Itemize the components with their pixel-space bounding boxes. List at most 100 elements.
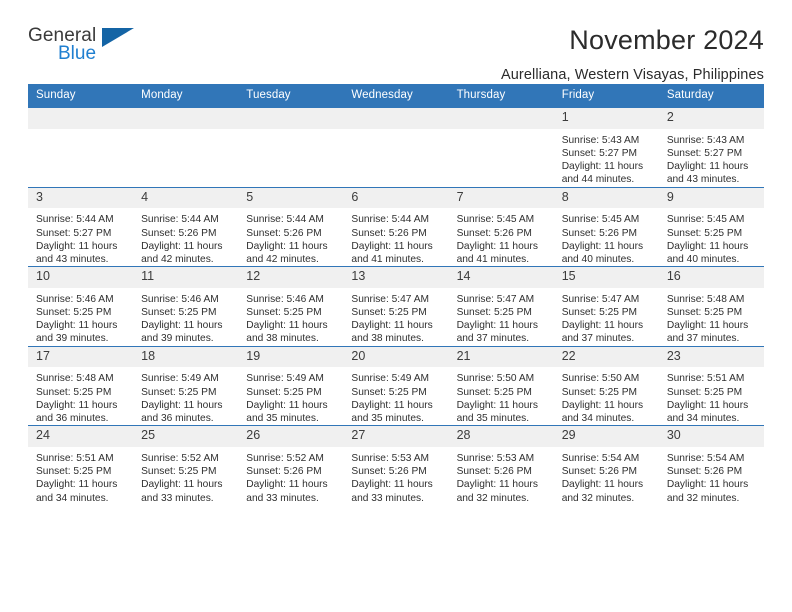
- daylight-duration-line2: and 37 minutes.: [561, 333, 635, 345]
- daylight-duration-line1: Daylight: 11 hours: [141, 479, 223, 491]
- calendar-cell-empty: [343, 107, 449, 188]
- page-title: November 2024: [569, 25, 764, 55]
- daylight-duration-line2: and 35 minutes.: [351, 413, 424, 425]
- daylight-duration-line2: and 38 minutes.: [246, 333, 319, 345]
- calendar-cell-empty: [28, 107, 134, 188]
- sunrise-time: Sunrise: 5:50 AM: [456, 373, 535, 385]
- daylight-duration-line2: and 35 minutes.: [246, 413, 319, 425]
- calendar-page: General Blue November 2024 Aurelliana, W…: [0, 0, 792, 612]
- sunset-time: Sunset: 5:25 PM: [456, 386, 532, 398]
- sunset-time: Sunset: 5:25 PM: [246, 386, 322, 398]
- day-details: Sunrise: 5:44 AM Sunset: 5:26 PM Daylight:…: [343, 208, 448, 266]
- calendar-cell-empty: [238, 107, 344, 188]
- day-number: 16: [658, 267, 764, 288]
- day-number: 5: [238, 187, 344, 209]
- daylight-duration-line2: and 42 minutes.: [141, 253, 214, 265]
- weekday-header-row: Sunday Monday Tuesday Wednesday Thursday…: [28, 84, 764, 108]
- calendar-day-cell[interactable]: 23 Sunrise: 5:51 AM Sunset: 5:25 PM Dayligh…: [658, 345, 764, 426]
- daylight-duration-line1: Daylight: 11 hours: [36, 399, 118, 411]
- calendar-day-cell[interactable]: 2 Sunrise: 5:43 AM Sunset: 5:27 PM Daylight…: [658, 107, 764, 188]
- day-details: Sunrise: 5:51 AM Sunset: 5:25 PM Daylight:…: [28, 447, 133, 505]
- sunset-time: Sunset: 5:25 PM: [36, 307, 112, 319]
- calendar-day-cell[interactable]: 1 Sunrise: 5:43 AM Sunset: 5:27 PM Daylight…: [553, 107, 659, 188]
- sunrise-time: Sunrise: 5:47 AM: [351, 293, 430, 305]
- calendar-day-cell[interactable]: 30 Sunrise: 5:54 AM Sunset: 5:26 PM Dayligh…: [658, 425, 764, 505]
- calendar-day-cell[interactable]: 28 Sunrise: 5:53 AM Sunset: 5:26 PM Dayligh…: [448, 425, 554, 505]
- calendar-day-cell[interactable]: 9 Sunrise: 5:45 AM Sunset: 5:25 PM Daylight…: [658, 186, 764, 267]
- calendar-week-row: 3 Sunrise: 5:44 AM Sunset: 5:27 PM Daylight…: [28, 186, 764, 267]
- day-details: Sunrise: 5:54 AM Sunset: 5:26 PM Daylight:…: [554, 447, 659, 505]
- calendar-day-cell[interactable]: 3 Sunrise: 5:44 AM Sunset: 5:27 PM Daylight…: [28, 186, 134, 267]
- calendar-day-cell[interactable]: 8 Sunrise: 5:45 AM Sunset: 5:26 PM Daylight…: [553, 186, 659, 267]
- sunset-time: Sunset: 5:26 PM: [141, 227, 217, 239]
- calendar-day-cell[interactable]: 4 Sunrise: 5:44 AM Sunset: 5:26 PM Daylight…: [133, 186, 239, 267]
- daylight-duration-line1: Daylight: 11 hours: [456, 399, 538, 411]
- daylight-duration-line2: and 33 minutes.: [141, 492, 214, 504]
- calendar-day-cell[interactable]: 29 Sunrise: 5:54 AM Sunset: 5:26 PM Dayligh…: [553, 425, 659, 505]
- calendar-day-cell[interactable]: 6 Sunrise: 5:44 AM Sunset: 5:26 PM Daylight…: [343, 186, 449, 267]
- calendar-day-cell[interactable]: 12 Sunrise: 5:46 AM Sunset: 5:25 PM Dayligh…: [238, 266, 344, 347]
- sunrise-time: Sunrise: 5:49 AM: [246, 373, 324, 385]
- daylight-duration-line1: Daylight: 11 hours: [351, 320, 433, 332]
- day-number: 21: [448, 346, 554, 368]
- calendar-day-cell[interactable]: 21 Sunrise: 5:50 AM Sunset: 5:25 PM Dayligh…: [448, 345, 554, 426]
- daylight-duration-line2: and 40 minutes.: [666, 253, 740, 265]
- calendar-day-cell[interactable]: 20 Sunrise: 5:49 AM Sunset: 5:25 PM Dayligh…: [343, 345, 449, 426]
- calendar-day-cell[interactable]: 15 Sunrise: 5:47 AM Sunset: 5:25 PM Dayligh…: [553, 266, 659, 347]
- day-number: [133, 108, 239, 129]
- day-number: 22: [553, 346, 659, 368]
- day-details: Sunrise: 5:49 AM Sunset: 5:25 PM Daylight:…: [238, 367, 343, 425]
- weekday-header-monday: Monday: [133, 84, 239, 108]
- daylight-duration-line2: and 34 minutes.: [561, 413, 635, 425]
- calendar-day-cell[interactable]: 13 Sunrise: 5:47 AM Sunset: 5:25 PM Dayligh…: [343, 266, 449, 347]
- daylight-duration-line2: and 44 minutes.: [561, 174, 635, 186]
- sunrise-time: Sunrise: 5:53 AM: [351, 453, 430, 464]
- sunset-time: Sunset: 5:25 PM: [141, 307, 217, 319]
- day-details: Sunrise: 5:45 AM Sunset: 5:25 PM Daylight:…: [659, 208, 764, 266]
- day-number: 28: [448, 426, 554, 447]
- calendar-day-cell[interactable]: 18 Sunrise: 5:49 AM Sunset: 5:25 PM Dayligh…: [133, 345, 239, 426]
- calendar-day-cell[interactable]: 26 Sunrise: 5:52 AM Sunset: 5:26 PM Dayligh…: [238, 425, 344, 505]
- calendar-day-cell[interactable]: 17 Sunrise: 5:48 AM Sunset: 5:25 PM Dayligh…: [28, 345, 134, 426]
- daylight-duration-line1: Daylight: 11 hours: [246, 399, 328, 411]
- day-number: [448, 108, 554, 129]
- calendar-day-cell[interactable]: 5 Sunrise: 5:44 AM Sunset: 5:26 PM Daylight…: [238, 186, 344, 267]
- sunset-time: Sunset: 5:25 PM: [351, 307, 427, 319]
- day-number: 18: [133, 346, 239, 368]
- sunrise-time: Sunrise: 5:44 AM: [141, 214, 219, 226]
- sunset-time: Sunset: 5:25 PM: [666, 386, 743, 398]
- day-details: Sunrise: 5:49 AM Sunset: 5:25 PM Daylight:…: [133, 367, 238, 425]
- day-number: 7: [448, 187, 554, 209]
- sunset-time: Sunset: 5:26 PM: [561, 227, 638, 239]
- calendar-cell-empty: [133, 107, 239, 188]
- daylight-duration-line2: and 41 minutes.: [456, 253, 530, 265]
- sunrise-time: Sunrise: 5:54 AM: [666, 453, 745, 464]
- day-number: 26: [238, 426, 344, 447]
- daylight-duration-line2: and 39 minutes.: [36, 333, 109, 345]
- calendar-day-cell[interactable]: 25 Sunrise: 5:52 AM Sunset: 5:25 PM Dayligh…: [133, 425, 239, 505]
- calendar-day-cell[interactable]: 10 Sunrise: 5:46 AM Sunset: 5:25 PM Dayligh…: [28, 266, 134, 347]
- day-number: 2: [658, 108, 764, 129]
- calendar-day-cell[interactable]: 14 Sunrise: 5:47 AM Sunset: 5:25 PM Dayligh…: [448, 266, 554, 347]
- day-details: Sunrise: 5:44 AM Sunset: 5:27 PM Daylight:…: [28, 208, 133, 266]
- general-blue-logo[interactable]: General Blue: [28, 26, 148, 74]
- calendar-day-cell[interactable]: 7 Sunrise: 5:45 AM Sunset: 5:26 PM Daylight…: [448, 186, 554, 267]
- calendar-day-cell[interactable]: 19 Sunrise: 5:49 AM Sunset: 5:25 PM Dayligh…: [238, 345, 344, 426]
- sunset-time: Sunset: 5:26 PM: [666, 466, 743, 478]
- sunrise-time: Sunrise: 5:49 AM: [141, 373, 219, 385]
- daylight-duration-line1: Daylight: 11 hours: [561, 320, 644, 332]
- calendar-day-cell[interactable]: 22 Sunrise: 5:50 AM Sunset: 5:25 PM Dayligh…: [553, 345, 659, 426]
- weekday-header-wednesday: Wednesday: [343, 84, 449, 108]
- daylight-duration-line2: and 35 minutes.: [456, 413, 530, 425]
- calendar-day-cell[interactable]: 16 Sunrise: 5:48 AM Sunset: 5:25 PM Dayligh…: [658, 266, 764, 347]
- day-details: Sunrise: 5:47 AM Sunset: 5:25 PM Daylight:…: [449, 288, 554, 346]
- calendar-day-cell[interactable]: 27 Sunrise: 5:53 AM Sunset: 5:26 PM Dayligh…: [343, 425, 449, 505]
- sunrise-time: Sunrise: 5:46 AM: [36, 293, 114, 305]
- sunrise-time: Sunrise: 5:45 AM: [456, 214, 535, 226]
- daylight-duration-line1: Daylight: 11 hours: [561, 399, 644, 411]
- calendar-day-cell[interactable]: 24 Sunrise: 5:51 AM Sunset: 5:25 PM Dayligh…: [28, 425, 134, 505]
- sunset-time: Sunset: 5:25 PM: [351, 386, 427, 398]
- daylight-duration-line1: Daylight: 11 hours: [561, 161, 644, 173]
- calendar-day-cell[interactable]: 11 Sunrise: 5:46 AM Sunset: 5:25 PM Dayligh…: [133, 266, 239, 347]
- day-number: 30: [658, 426, 764, 447]
